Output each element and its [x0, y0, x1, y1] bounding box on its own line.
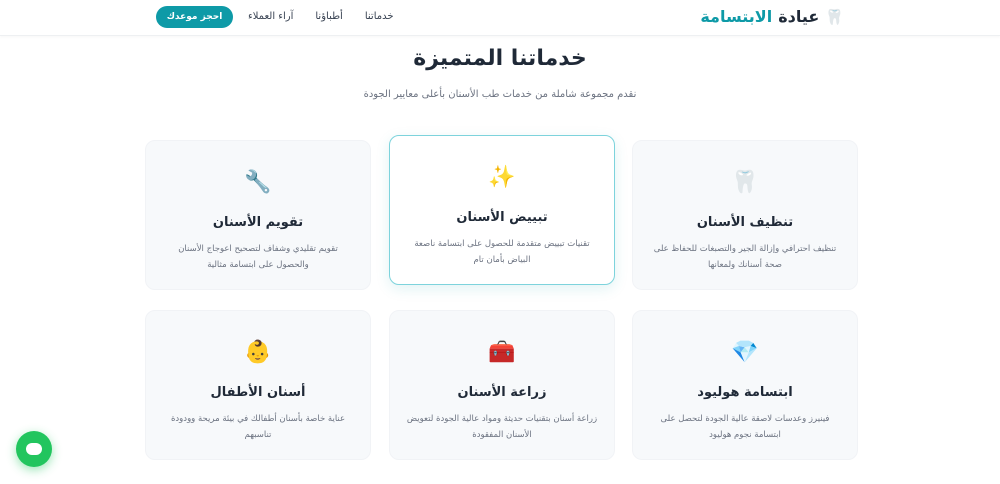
brand-logo[interactable]: 🦷 عيادة الابتسامة [700, 7, 844, 26]
service-card-orthodontics[interactable]: 🔧 تقويم الأسنان تقويم تقليدي وشفاف لتصحي… [145, 140, 371, 290]
tooth-icon: 🦷 [731, 170, 759, 195]
tooth-icon: 🦷 [825, 7, 844, 26]
chat-bubble-icon [26, 443, 42, 455]
nav-link-services[interactable]: خدماتنا [365, 11, 394, 22]
service-card-implants[interactable]: 🧰 زراعة الأسنان زراعة أسنان بتقنيات حديث… [389, 310, 615, 460]
chat-button[interactable] [16, 431, 52, 467]
service-description: تقنيات تبييض متقدمة للحصول على ابتسامة ن… [414, 239, 590, 265]
baby-icon: 👶 [244, 340, 272, 365]
service-card-cleaning[interactable]: 🦷 تنظيف الأسنان تنظيف احترافي وإزالة الج… [632, 140, 858, 290]
service-description: عناية خاصة بأسنان أطفالك في بيئة مريحة و… [170, 414, 346, 440]
service-description: تنظيف احترافي وإزالة الجير والتصبغات للح… [653, 244, 837, 270]
navbar: 🦷 عيادة الابتسامة خدماتنا أطباؤنا آراء ا… [0, 0, 1000, 36]
brand-name-part1: عيادة [778, 7, 820, 26]
service-description: زراعة أسنان بتقنيات حديثة ومواد عالية ال… [406, 414, 598, 440]
service-title: زراعة الأسنان [457, 385, 547, 400]
nav-link-testimonials[interactable]: آراء العملاء [248, 11, 293, 22]
service-title: ابتسامة هوليود [697, 385, 793, 400]
service-title: تقويم الأسنان [212, 215, 304, 230]
service-card-kids[interactable]: 👶 أسنان الأطفال عناية خاصة بأسنان أطفالك… [145, 310, 371, 460]
service-card-hollywood-smile[interactable]: 💎 ابتسامة هوليود فينيرز وعدسات لاصقة عال… [632, 310, 858, 460]
section-subtitle: نقدم مجموعة شاملة من خدمات طب الأسنان بأ… [363, 89, 637, 100]
implant-kit-icon: 🧰 [488, 340, 516, 365]
nav-link-doctors[interactable]: أطباؤنا [315, 11, 342, 22]
service-description: فينيرز وعدسات لاصقة عالية الجودة لتحصل ع… [660, 414, 830, 440]
service-title: أسنان الأطفال [210, 385, 306, 400]
brand-name-part2: الابتسامة [700, 7, 773, 26]
service-title: تنظيف الأسنان [696, 215, 794, 230]
book-appointment-button[interactable]: احجز موعدك [156, 6, 233, 28]
service-card-whitening[interactable]: ✨ تبييض الأسنان تقنيات تبييض متقدمة للحص… [389, 135, 615, 285]
sparkles-icon: ✨ [488, 165, 516, 190]
service-title: تبييض الأسنان [456, 210, 548, 225]
diamond-icon: 💎 [731, 340, 759, 365]
service-description: تقويم تقليدي وشفاف لتصحيح اعوجاج الأسنان… [178, 244, 338, 270]
wrench-icon: 🔧 [244, 170, 272, 195]
section-title: خدماتنا المتميزة [413, 46, 587, 71]
nav-links: خدماتنا أطباؤنا آراء العملاء [248, 11, 394, 22]
